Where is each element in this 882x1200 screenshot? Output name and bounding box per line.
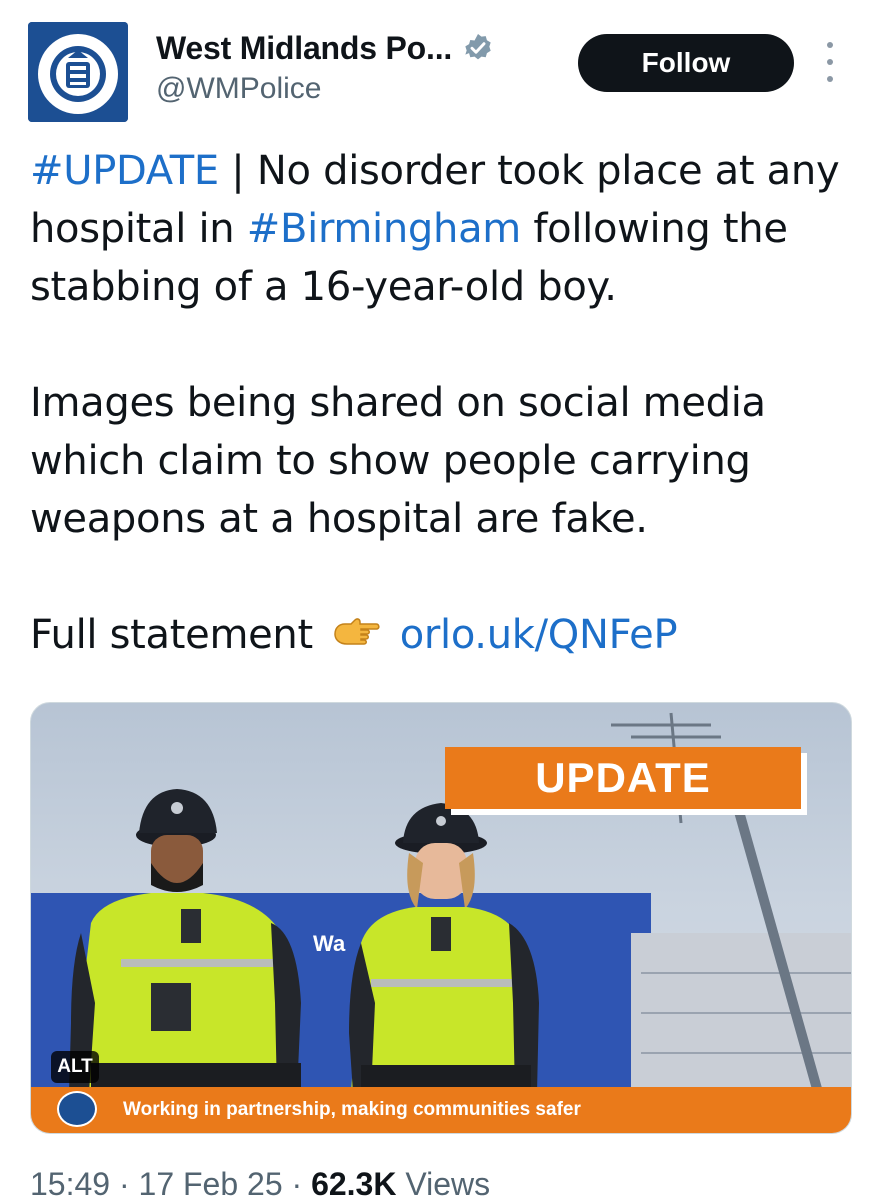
tweet-meta: 15:49 · 17 Feb 25 · 62.3K Views bbox=[30, 1166, 491, 1200]
views-label: Views bbox=[405, 1166, 491, 1200]
more-vertical-icon[interactable] bbox=[818, 42, 842, 82]
police-crest-icon bbox=[28, 22, 128, 122]
views-count: 62.3K bbox=[311, 1166, 397, 1200]
media-footer-strip: Working in partnership, making communiti… bbox=[31, 1087, 851, 1133]
statement-line: Full statement orlo.uk/QNFeP bbox=[30, 606, 860, 664]
update-banner: UPDATE bbox=[445, 747, 801, 809]
statement-link[interactable]: orlo.uk/QNFeP bbox=[400, 612, 678, 658]
officer-right bbox=[349, 803, 539, 1093]
tweet-line: #UPDATE | No disorder took place at any bbox=[30, 148, 840, 194]
tweet-time[interactable]: 15:49 bbox=[30, 1166, 110, 1200]
avatar[interactable] bbox=[28, 22, 128, 122]
hashtag-birmingham[interactable]: #Birmingham bbox=[247, 206, 521, 252]
tweet-line: weapons at a hospital are fake. bbox=[30, 496, 648, 542]
verified-badge-icon bbox=[465, 34, 491, 60]
building-sign: Wa bbox=[313, 931, 346, 956]
hashtag-update[interactable]: #UPDATE bbox=[30, 148, 219, 194]
pointing-finger-icon bbox=[334, 618, 380, 645]
statement-label: Full statement bbox=[30, 612, 313, 658]
tweet-line: stabbing of a 16-year-old boy. bbox=[30, 264, 617, 310]
account-name-row[interactable]: West Midlands Po... bbox=[156, 26, 494, 70]
tweet-line: which claim to show people carrying bbox=[30, 438, 751, 484]
officer-left bbox=[69, 789, 301, 1093]
follow-button[interactable]: Follow bbox=[578, 34, 794, 92]
tweet-date[interactable]: 17 Feb 25 bbox=[139, 1166, 283, 1200]
alt-text-badge[interactable]: ALT bbox=[51, 1051, 99, 1083]
display-name[interactable]: West Midlands Po... bbox=[156, 30, 452, 67]
tweet-line: Images being shared on social media bbox=[30, 380, 766, 426]
tweet-page: West Midlands Po... @WMPolice Follow #UP… bbox=[0, 0, 882, 1200]
tweet-text: #UPDATE | No disorder took place at any … bbox=[30, 142, 860, 664]
police-logo-icon bbox=[57, 1091, 97, 1127]
tweet-line: hospital in #Birmingham following the bbox=[30, 206, 788, 252]
tweet-media-image[interactable]: Wa UPDATE Working in partnership, making… bbox=[30, 702, 852, 1134]
account-handle[interactable]: @WMPolice bbox=[156, 72, 321, 106]
